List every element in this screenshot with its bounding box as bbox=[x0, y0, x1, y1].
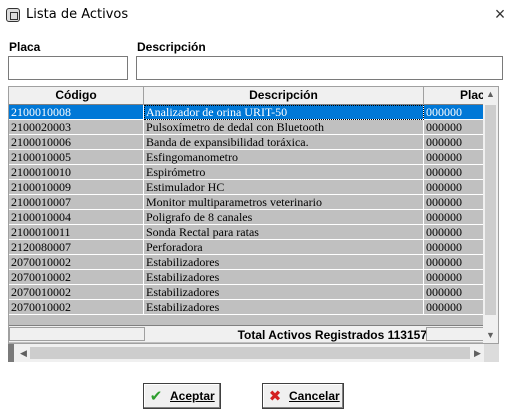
cell-codigo[interactable]: 2100020003 bbox=[9, 120, 144, 135]
table-row[interactable]: 2100010004 Poligrafo de 8 canales 000000 bbox=[9, 210, 485, 225]
horizontal-scrollbar[interactable]: ◀ ▶ bbox=[8, 344, 499, 362]
horizontal-scroll-thumb[interactable] bbox=[30, 347, 470, 359]
vertical-scrollbar[interactable]: ▲ ▼ bbox=[483, 87, 498, 343]
cell-placa[interactable]: 000000 bbox=[424, 285, 485, 300]
table-row[interactable]: 2100010007 Monitor multiparametros veteri… bbox=[9, 195, 485, 210]
table-row[interactable]: 2100010009 Estimulador HC 000000 bbox=[9, 180, 485, 195]
grid-rows: 2100010008 Analizador de orina URIT-50 000… bbox=[9, 105, 485, 315]
vertical-scroll-thumb[interactable] bbox=[485, 105, 496, 315]
cell-descripcion[interactable]: Pulsoxímetro de dedal con Bluetooth bbox=[144, 120, 424, 135]
total-assets-label: Total Activos Registrados 113157 bbox=[237, 328, 427, 342]
assets-grid[interactable]: Código Descripción Plac 2100010008 Analiz… bbox=[8, 86, 499, 344]
cell-descripcion[interactable]: Estabilizadores bbox=[144, 270, 424, 285]
aceptar-button[interactable]: ✔ Aceptar bbox=[143, 383, 221, 409]
cell-codigo[interactable]: 2070010002 bbox=[9, 300, 144, 315]
cancelar-label: Cancelar bbox=[289, 389, 340, 403]
cell-placa[interactable]: 000000 bbox=[424, 210, 485, 225]
cell-placa[interactable]: 000000 bbox=[424, 105, 485, 120]
cell-descripcion[interactable]: Perforadora bbox=[144, 240, 424, 255]
cell-placa[interactable]: 000000 bbox=[424, 180, 485, 195]
close-icon[interactable]: × bbox=[485, 0, 515, 30]
cell-codigo[interactable]: 2100010009 bbox=[9, 180, 144, 195]
cell-placa[interactable]: 000000 bbox=[424, 150, 485, 165]
cell-codigo[interactable]: 2100010004 bbox=[9, 210, 144, 225]
cell-descripcion[interactable]: Espirómetro bbox=[144, 165, 424, 180]
cell-placa[interactable]: 000000 bbox=[424, 135, 485, 150]
table-row[interactable]: 2070010002 Estabilizadores 000000 bbox=[9, 300, 485, 315]
cell-codigo[interactable]: 2070010002 bbox=[9, 285, 144, 300]
scroll-right-icon[interactable]: ▶ bbox=[470, 344, 485, 362]
footer-cell-empty bbox=[426, 327, 485, 341]
cancel-icon: ✖ bbox=[268, 387, 282, 405]
table-row[interactable]: 2070010002 Estabilizadores 000000 bbox=[9, 270, 485, 285]
descripcion-input[interactable] bbox=[136, 56, 503, 80]
cell-descripcion[interactable]: Estabilizadores bbox=[144, 285, 424, 300]
cell-placa[interactable]: 000000 bbox=[424, 225, 485, 240]
cell-placa[interactable]: 000000 bbox=[424, 120, 485, 135]
table-row[interactable]: 2070010002 Estabilizadores 000000 bbox=[9, 255, 485, 270]
cell-descripcion[interactable]: Estabilizadores bbox=[144, 300, 424, 315]
cell-placa[interactable]: 000000 bbox=[424, 270, 485, 285]
check-icon: ✔ bbox=[149, 387, 163, 405]
cell-descripcion[interactable]: Analizador de orina URIT-50 bbox=[144, 105, 424, 120]
table-row[interactable]: 2120080007 Perforadora 000000 bbox=[9, 240, 485, 255]
column-header-placa[interactable]: Plac bbox=[424, 87, 485, 105]
cancelar-button[interactable]: ✖ Cancelar bbox=[262, 383, 344, 409]
cell-descripcion[interactable]: Banda de expansibilidad toráxica. bbox=[144, 135, 424, 150]
cell-codigo[interactable]: 2070010002 bbox=[9, 270, 144, 285]
cell-codigo[interactable]: 2100010006 bbox=[9, 135, 144, 150]
column-header-codigo[interactable]: Código bbox=[9, 87, 144, 105]
cell-placa[interactable]: 000000 bbox=[424, 300, 485, 315]
cell-placa[interactable]: 000000 bbox=[424, 165, 485, 180]
cell-descripcion[interactable]: Estabilizadores bbox=[144, 255, 424, 270]
cell-codigo[interactable]: 2120080007 bbox=[9, 240, 144, 255]
cell-descripcion[interactable]: Estimulador HC bbox=[144, 180, 424, 195]
footer-cell-empty bbox=[9, 327, 145, 341]
grid-header: Código Descripción Plac bbox=[9, 87, 485, 105]
title-bar: Lista de Activos × bbox=[0, 0, 515, 30]
table-row[interactable]: 2100020003 Pulsoxímetro de dedal con Blue… bbox=[9, 120, 485, 135]
placa-label: Placa bbox=[9, 40, 41, 54]
cell-codigo[interactable]: 2100010010 bbox=[9, 165, 144, 180]
scroll-corner bbox=[484, 344, 499, 362]
grid-footer: Total Activos Registrados 113157 bbox=[9, 325, 485, 342]
table-row[interactable]: 2070010002 Estabilizadores 000000 bbox=[9, 285, 485, 300]
cell-descripcion[interactable]: Esfingomanometro bbox=[144, 150, 424, 165]
window-title: Lista de Activos bbox=[26, 7, 129, 22]
table-row[interactable]: 2100010005 Esfingomanometro 000000 bbox=[9, 150, 485, 165]
cell-codigo[interactable]: 2100010008 bbox=[9, 105, 144, 120]
scroll-left-icon[interactable]: ◀ bbox=[16, 344, 31, 362]
cell-codigo[interactable]: 2100010011 bbox=[9, 225, 144, 240]
column-header-descripcion[interactable]: Descripción bbox=[144, 87, 424, 105]
aceptar-label: Aceptar bbox=[170, 389, 215, 403]
table-row[interactable]: 2100010010 Espirómetro 000000 bbox=[9, 165, 485, 180]
cell-codigo[interactable]: 2100010007 bbox=[9, 195, 144, 210]
scroll-up-icon[interactable]: ▲ bbox=[483, 87, 498, 102]
table-row[interactable]: 2100010011 Sonda Rectal para ratas 000000 bbox=[9, 225, 485, 240]
table-row[interactable]: 2100010008 Analizador de orina URIT-50 000… bbox=[9, 105, 485, 120]
scroll-down-icon[interactable]: ▼ bbox=[483, 328, 498, 343]
scroll-stub bbox=[8, 344, 14, 362]
placa-input[interactable] bbox=[8, 56, 128, 80]
cell-placa[interactable]: 000000 bbox=[424, 255, 485, 270]
cell-descripcion[interactable]: Sonda Rectal para ratas bbox=[144, 225, 424, 240]
table-row[interactable]: 2100010006 Banda de expansibilidad toráxi… bbox=[9, 135, 485, 150]
app-icon bbox=[6, 8, 20, 22]
cell-descripcion[interactable]: Poligrafo de 8 canales bbox=[144, 210, 424, 225]
cell-placa[interactable]: 000000 bbox=[424, 195, 485, 210]
cell-descripcion[interactable]: Monitor multiparametros veterinario bbox=[144, 195, 424, 210]
cell-placa[interactable]: 000000 bbox=[424, 240, 485, 255]
cell-codigo[interactable]: 2070010002 bbox=[9, 255, 144, 270]
descripcion-label: Descripción bbox=[137, 40, 206, 54]
cell-codigo[interactable]: 2100010005 bbox=[9, 150, 144, 165]
